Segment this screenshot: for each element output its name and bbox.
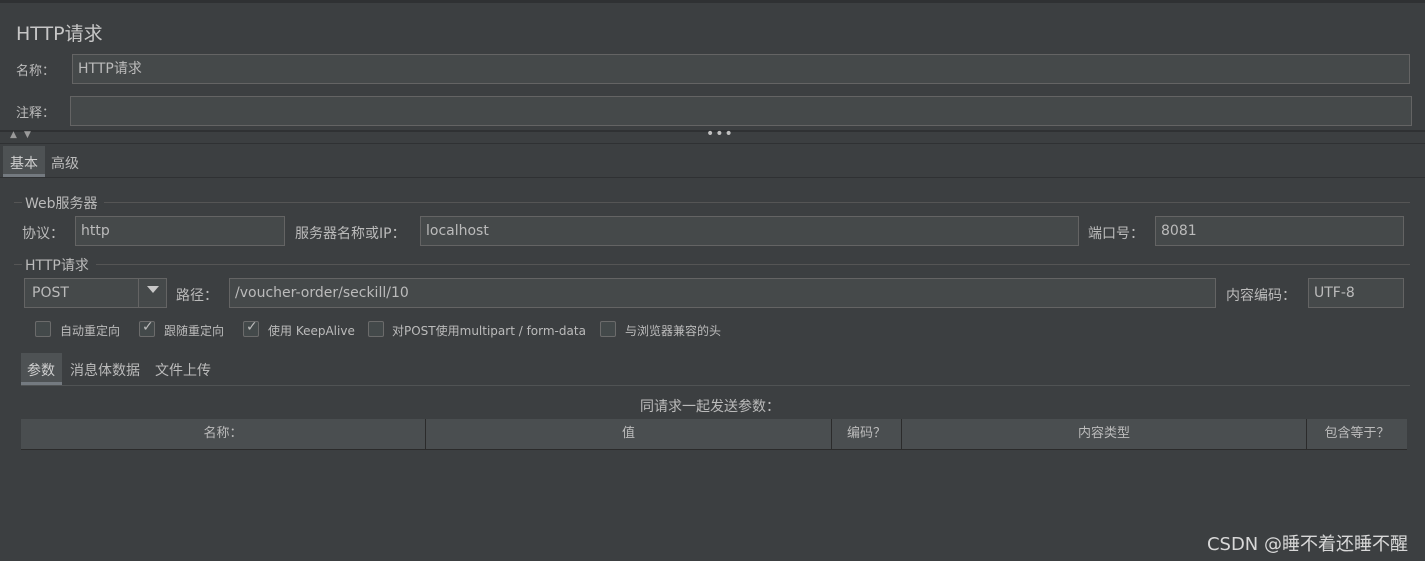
tab-basic[interactable]: 基本: [3, 146, 45, 177]
params-caption: 同请求一起发送参数：: [640, 399, 780, 415]
keepalive-label: 使用 KeepAlive: [268, 324, 355, 338]
web-server-divider: [104, 202, 1410, 203]
params-table-header: 名称： 值 编码？ 内容类型 包含等于？: [21, 419, 1407, 450]
name-field[interactable]: HTTP请求: [72, 54, 1410, 84]
checkmark-icon: ✓: [142, 319, 154, 335]
http-request-divider: [96, 264, 1410, 265]
comment-field[interactable]: [70, 96, 1412, 126]
tab-params[interactable]: 参数: [21, 353, 62, 385]
path-field[interactable]: /voucher-order/seckill/10: [229, 278, 1216, 308]
tab-body-data-label: 消息体数据: [70, 363, 140, 379]
protocol-field[interactable]: http: [75, 216, 285, 246]
keepalive-checkbox[interactable]: ✓: [243, 319, 259, 337]
checkmark-icon: ✓: [246, 319, 258, 335]
http-request-divider-left: [14, 264, 22, 265]
watermark: CSDN @睡不着还睡不醒: [1206, 534, 1408, 555]
port-label: 端口号：: [1088, 226, 1144, 242]
tab-params-label: 参数: [27, 363, 55, 379]
tab-basic-label: 基本: [10, 156, 38, 172]
tab-divider: [0, 177, 1425, 178]
column-header-content-type[interactable]: 内容类型: [902, 419, 1307, 449]
web-server-divider-left: [14, 202, 22, 203]
path-label: 路径：: [176, 288, 218, 304]
method-select[interactable]: POST: [24, 278, 167, 308]
browser-headers-label: 与浏览器兼容的头: [625, 324, 722, 338]
http-request-legend: HTTP请求: [25, 258, 89, 274]
subtab-divider: [21, 385, 1410, 386]
splitter-bar[interactable]: ▲ ▼ •••: [0, 126, 1425, 144]
web-server-legend: Web服务器: [25, 196, 98, 212]
port-field[interactable]: 8081: [1155, 216, 1404, 246]
tab-body-data[interactable]: 消息体数据: [64, 353, 148, 385]
tab-files-upload[interactable]: 文件上传: [150, 353, 220, 385]
follow-redirects-checkbox[interactable]: ✓: [139, 319, 155, 337]
encoding-field[interactable]: UTF-8: [1308, 278, 1404, 308]
column-header-include-equals[interactable]: 包含等于？: [1307, 419, 1407, 449]
name-label: 名称：: [16, 64, 56, 79]
multipart-label: 对POST使用multipart / form-data: [392, 324, 586, 338]
follow-redirects-label: 跟随重定向: [164, 324, 225, 338]
server-field[interactable]: localhost: [420, 216, 1079, 246]
top-border: [0, 0, 1425, 3]
auto-redirect-checkbox[interactable]: [35, 321, 51, 337]
method-select-value: POST: [32, 285, 69, 301]
encoding-label: 内容编码：: [1226, 288, 1296, 304]
auto-redirect-label: 自动重定向: [60, 324, 121, 338]
column-header-name[interactable]: 名称：: [21, 419, 426, 449]
tab-advanced-label: 高级: [51, 156, 79, 172]
tab-advanced[interactable]: 高级: [45, 146, 87, 177]
protocol-label: 协议：: [22, 226, 64, 242]
column-header-value[interactable]: 值: [426, 419, 832, 449]
multipart-checkbox[interactable]: [368, 321, 384, 337]
panel-title: HTTP请求: [16, 23, 103, 45]
server-label: 服务器名称或IP：: [295, 226, 406, 242]
tab-files-upload-label: 文件上传: [155, 363, 211, 379]
column-header-encode[interactable]: 编码？: [832, 419, 902, 449]
drag-handle-icon[interactable]: •••: [706, 126, 734, 142]
comment-label: 注释：: [16, 106, 56, 121]
collapse-up-icon[interactable]: ▲: [10, 130, 17, 140]
chevron-down-icon: [147, 286, 159, 293]
browser-headers-checkbox[interactable]: [600, 321, 616, 337]
collapse-down-icon[interactable]: ▼: [24, 130, 31, 140]
method-dropdown-button[interactable]: [138, 279, 166, 307]
